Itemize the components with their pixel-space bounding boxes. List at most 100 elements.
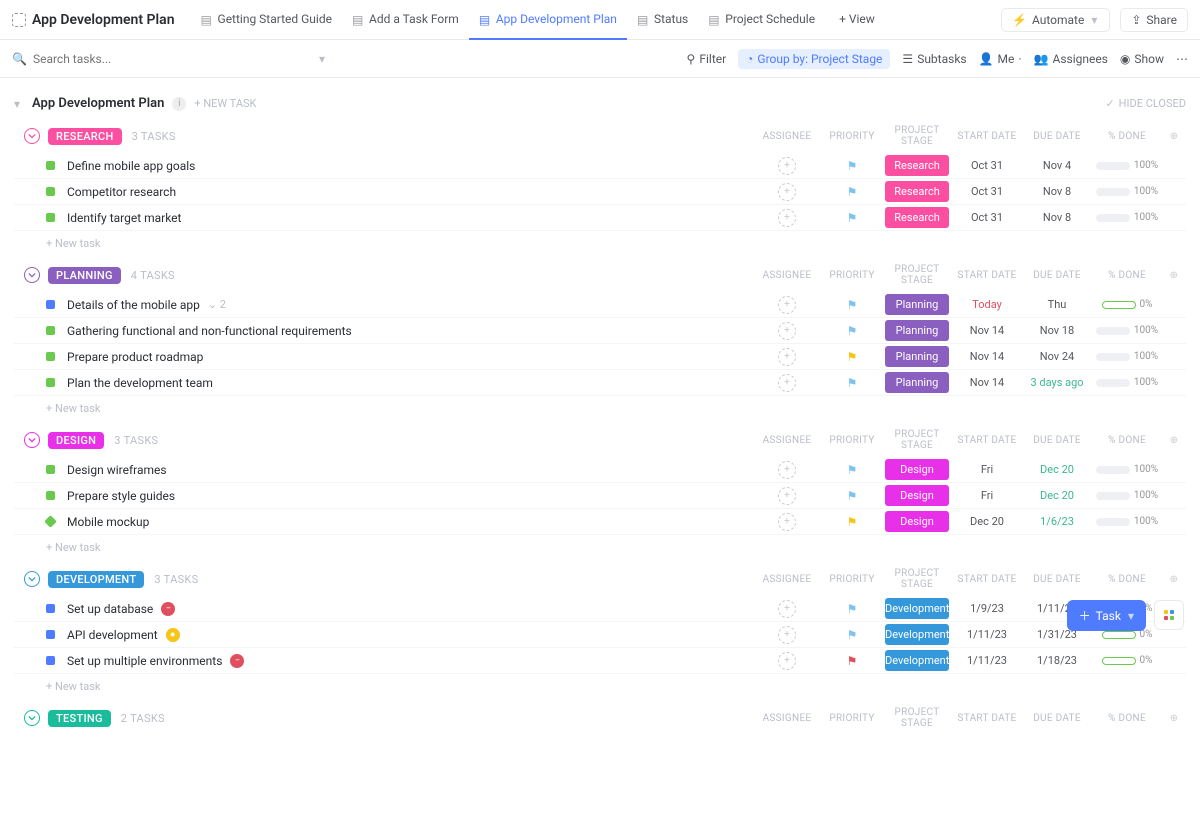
assignee-cell[interactable]: +	[752, 322, 822, 340]
task-row[interactable]: Competitor research+⚑ResearchOct 31Nov 8…	[14, 179, 1186, 205]
group-badge[interactable]: Research	[48, 128, 122, 145]
task-row[interactable]: Gathering functional and non-functional …	[14, 318, 1186, 344]
stage-cell[interactable]: Development	[882, 598, 952, 619]
done-cell[interactable]: 100%	[1092, 464, 1162, 475]
priority-cell[interactable]: ⚑	[822, 324, 882, 338]
start-date-cell[interactable]: Nov 14	[952, 376, 1022, 389]
stage-cell[interactable]: Research	[882, 207, 952, 228]
group-badge[interactable]: Planning	[48, 267, 121, 284]
group-toggle[interactable]	[24, 128, 40, 144]
task-row[interactable]: Prepare style guides+⚑DesignFriDec 20100…	[14, 483, 1186, 509]
apps-fab[interactable]	[1154, 600, 1184, 630]
start-date-cell[interactable]: Today	[952, 298, 1022, 311]
add-column-button[interactable]: ⊕	[1162, 435, 1186, 446]
group-toggle[interactable]	[24, 432, 40, 448]
due-date-cell[interactable]: Nov 24	[1022, 350, 1092, 363]
priority-cell[interactable]: ⚑	[822, 628, 882, 642]
me-button[interactable]: 👤Me ·	[979, 52, 1022, 66]
add-column-button[interactable]: ⊕	[1162, 270, 1186, 281]
status-square[interactable]	[44, 515, 57, 528]
tab-add-a-task-form[interactable]: ▤Add a Task Form	[342, 0, 469, 40]
due-date-cell[interactable]: Nov 8	[1022, 211, 1092, 224]
status-square[interactable]	[46, 300, 55, 309]
done-cell[interactable]: 100%	[1092, 377, 1162, 388]
task-row[interactable]: Set up multiple environments−+⚑Developme…	[14, 648, 1186, 674]
due-date-cell[interactable]: Nov 18	[1022, 324, 1092, 337]
status-square[interactable]	[46, 352, 55, 361]
assignee-cell[interactable]: +	[752, 626, 822, 644]
due-date-cell[interactable]: Dec 20	[1022, 489, 1092, 502]
done-cell[interactable]: 100%	[1092, 516, 1162, 527]
task-row[interactable]: Plan the development team+⚑PlanningNov 1…	[14, 370, 1186, 396]
new-task-fab[interactable]: ＋ Task ▾	[1067, 600, 1146, 631]
start-date-cell[interactable]: 1/11/23	[952, 654, 1022, 667]
new-task-row[interactable]: + New task	[14, 535, 1186, 554]
status-square[interactable]	[46, 161, 55, 170]
priority-cell[interactable]: ⚑	[822, 211, 882, 225]
priority-cell[interactable]: ⚑	[822, 489, 882, 503]
priority-cell[interactable]: ⚑	[822, 376, 882, 390]
due-date-cell[interactable]: Nov 4	[1022, 159, 1092, 172]
priority-cell[interactable]: ⚑	[822, 602, 882, 616]
hide-closed-button[interactable]: ✓ HIDE CLOSED	[1105, 97, 1186, 110]
new-task-row[interactable]: + New task	[14, 396, 1186, 415]
assignee-cell[interactable]: +	[752, 600, 822, 618]
assignee-cell[interactable]: +	[752, 296, 822, 314]
start-date-cell[interactable]: Dec 20	[952, 515, 1022, 528]
status-square[interactable]	[46, 604, 55, 613]
share-button[interactable]: ⇪ Share	[1120, 8, 1188, 32]
task-row[interactable]: Details of the mobile app⌄ 2+⚑PlanningTo…	[14, 292, 1186, 318]
add-column-button[interactable]: ⊕	[1162, 131, 1186, 142]
more-button[interactable]: ⋯	[1176, 52, 1188, 66]
done-cell[interactable]: 100%	[1092, 490, 1162, 501]
filter-button[interactable]: ⚲Filter	[687, 52, 727, 66]
done-cell[interactable]: 100%	[1092, 351, 1162, 362]
assignee-cell[interactable]: +	[752, 652, 822, 670]
stage-cell[interactable]: Planning	[882, 346, 952, 367]
show-button[interactable]: ◉Show	[1120, 52, 1164, 66]
tab-getting-started-guide[interactable]: ▤Getting Started Guide	[191, 0, 342, 40]
tab-status[interactable]: ▤Status	[627, 0, 698, 40]
start-date-cell[interactable]: Nov 14	[952, 324, 1022, 337]
add-column-button[interactable]: ⊕	[1162, 574, 1186, 585]
priority-cell[interactable]: ⚑	[822, 185, 882, 199]
assignee-cell[interactable]: +	[752, 209, 822, 227]
stage-cell[interactable]: Design	[882, 459, 952, 480]
assignees-button[interactable]: 👥Assignees	[1034, 52, 1108, 66]
assignee-cell[interactable]: +	[752, 513, 822, 531]
start-date-cell[interactable]: Nov 14	[952, 350, 1022, 363]
new-task-row[interactable]: + New task	[14, 674, 1186, 693]
start-date-cell[interactable]: Fri	[952, 463, 1022, 476]
done-cell[interactable]: 0%	[1092, 299, 1162, 310]
stage-cell[interactable]: Research	[882, 181, 952, 202]
assignee-cell[interactable]: +	[752, 183, 822, 201]
assignee-cell[interactable]: +	[752, 487, 822, 505]
add-view-button[interactable]: + View	[829, 0, 885, 40]
done-cell[interactable]: 100%	[1092, 325, 1162, 336]
status-square[interactable]	[46, 656, 55, 665]
priority-cell[interactable]: ⚑	[822, 298, 882, 312]
due-date-cell[interactable]: 3 days ago	[1022, 376, 1092, 389]
status-square[interactable]	[46, 378, 55, 387]
start-date-cell[interactable]: Oct 31	[952, 159, 1022, 172]
task-row[interactable]: Design wireframes+⚑DesignFriDec 20100%	[14, 457, 1186, 483]
priority-cell[interactable]: ⚑	[822, 654, 882, 668]
done-cell[interactable]: 0%	[1092, 655, 1162, 666]
start-date-cell[interactable]: 1/9/23	[952, 602, 1022, 615]
priority-cell[interactable]: ⚑	[822, 350, 882, 364]
due-date-cell[interactable]: 1/6/23	[1022, 515, 1092, 528]
due-date-cell[interactable]: Nov 8	[1022, 185, 1092, 198]
group-by-button[interactable]: ◔Group by: Project Stage	[738, 49, 890, 69]
new-task-row[interactable]: + New task	[14, 231, 1186, 250]
tab-app-development-plan[interactable]: ▤App Development Plan	[469, 0, 627, 40]
task-row[interactable]: Set up database−+⚑Development1/9/231/11/…	[14, 596, 1186, 622]
status-square[interactable]	[46, 213, 55, 222]
start-date-cell[interactable]: Oct 31	[952, 211, 1022, 224]
stage-cell[interactable]: Planning	[882, 320, 952, 341]
stage-cell[interactable]: Development	[882, 624, 952, 645]
task-row[interactable]: Identify target market+⚑ResearchOct 31No…	[14, 205, 1186, 231]
group-badge[interactable]: Design	[48, 432, 104, 449]
done-cell[interactable]: 100%	[1092, 186, 1162, 197]
status-square[interactable]	[46, 465, 55, 474]
group-badge[interactable]: Development	[48, 571, 144, 588]
